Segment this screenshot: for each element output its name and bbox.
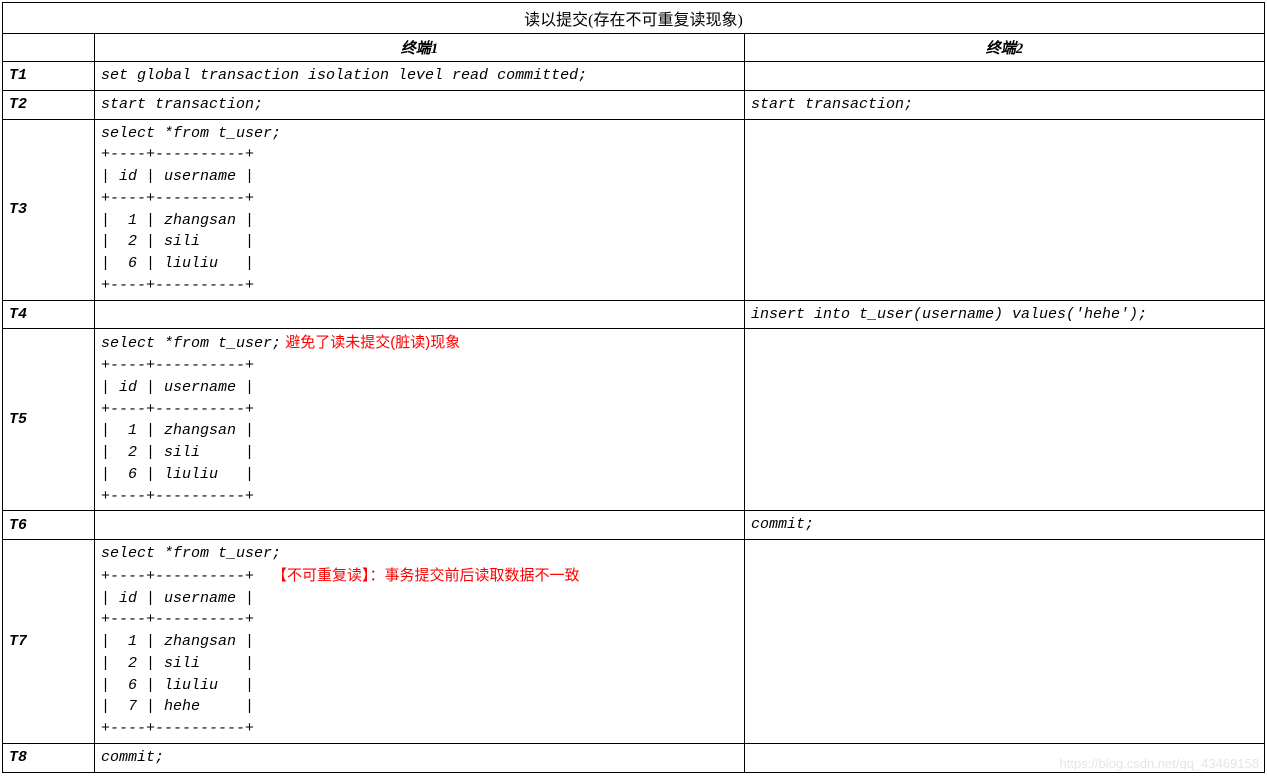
title-row: 读以提交(存在不可重复读现象) xyxy=(3,3,1265,34)
table-row: T4 insert into t_user(username) values('… xyxy=(3,300,1265,329)
terminal-2-cell xyxy=(745,540,1265,744)
terminal-1-cell: select *from t_user; +----+----------+ 【… xyxy=(95,540,745,744)
terminal-2-cell: start transaction; xyxy=(745,90,1265,119)
step-label: T4 xyxy=(3,300,95,329)
table-row: T1 set global transaction isolation leve… xyxy=(3,62,1265,91)
step-label: T6 xyxy=(3,511,95,540)
table-row: T8 commit; xyxy=(3,743,1265,772)
sql-text: select *from t_user; xyxy=(101,545,281,562)
transaction-isolation-table: 读以提交(存在不可重复读现象) 终端1 终端2 T1 set global tr… xyxy=(2,2,1265,773)
annotation-non-repeatable-read: 【不可重复读】：事务提交前后读取数据不一致 xyxy=(272,567,580,584)
terminal-2-cell: insert into t_user(username) values('heh… xyxy=(745,300,1265,329)
terminal-1-cell: set global transaction isolation level r… xyxy=(95,62,745,91)
terminal-2-cell: commit; xyxy=(745,511,1265,540)
terminal-1-cell: select *from t_user; +----+----------+ |… xyxy=(95,119,745,300)
header-terminal-1: 终端1 xyxy=(95,34,745,62)
terminal-2-cell xyxy=(745,62,1265,91)
step-label: T3 xyxy=(3,119,95,300)
sql-text: select *from t_user; xyxy=(101,335,281,352)
table-row: T7 select *from t_user; +----+----------… xyxy=(3,540,1265,744)
header-terminal-2: 终端2 xyxy=(745,34,1265,62)
terminal-1-cell xyxy=(95,300,745,329)
table-row: T2 start transaction; start transaction; xyxy=(3,90,1265,119)
step-label: T1 xyxy=(3,62,95,91)
step-label: T8 xyxy=(3,743,95,772)
step-label: T7 xyxy=(3,540,95,744)
step-label: T5 xyxy=(3,329,95,511)
terminal-1-cell: commit; xyxy=(95,743,745,772)
table-row: T3 select *from t_user; +----+----------… xyxy=(3,119,1265,300)
terminal-1-cell: select *from t_user; 避免了读未提交(脏读)现象 +----… xyxy=(95,329,745,511)
sql-text: +----+----------+ | id | username | +---… xyxy=(101,357,254,505)
terminal-1-cell: start transaction; xyxy=(95,90,745,119)
table-row: T6 commit; xyxy=(3,511,1265,540)
table-row: T5 select *from t_user; 避免了读未提交(脏读)现象 +-… xyxy=(3,329,1265,511)
terminal-2-cell xyxy=(745,329,1265,511)
sql-text: +----+----------+ xyxy=(101,568,272,585)
terminal-2-cell xyxy=(745,743,1265,772)
terminal-2-cell xyxy=(745,119,1265,300)
annotation-dirty-read: 避免了读未提交(脏读)现象 xyxy=(281,334,460,351)
terminal-1-cell xyxy=(95,511,745,540)
header-step xyxy=(3,34,95,62)
sql-text: | id | username | +----+----------+ | 1 … xyxy=(101,590,254,738)
header-row: 终端1 终端2 xyxy=(3,34,1265,62)
table-title: 读以提交(存在不可重复读现象) xyxy=(3,3,1265,34)
step-label: T2 xyxy=(3,90,95,119)
